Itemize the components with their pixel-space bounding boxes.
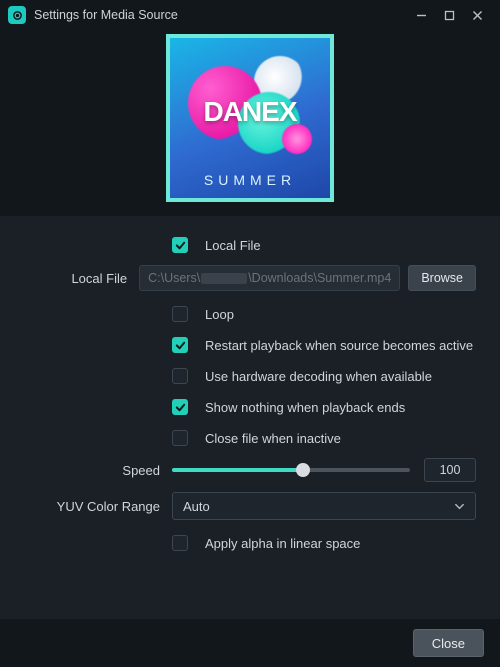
maximize-button[interactable]: [442, 8, 456, 22]
restart-playback-checkbox[interactable]: [172, 337, 188, 353]
path-suffix: \Downloads\Summer.mp4: [248, 271, 391, 285]
preview-region: DANEX SUMMER: [0, 30, 500, 216]
loop-checkbox-label: Loop: [205, 307, 234, 322]
speed-slider[interactable]: [172, 468, 410, 472]
hardware-decoding-checkbox-label: Use hardware decoding when available: [205, 369, 432, 384]
close-button[interactable]: Close: [413, 629, 484, 657]
speed-slider-fill: [172, 468, 303, 472]
preview-subtitle: SUMMER: [170, 172, 330, 188]
app-icon: [8, 6, 26, 24]
show-nothing-checkbox[interactable]: [172, 399, 188, 415]
show-nothing-checkbox-label: Show nothing when playback ends: [205, 400, 405, 415]
chevron-down-icon: [454, 501, 465, 512]
titlebar: Settings for Media Source: [0, 0, 500, 30]
window-title: Settings for Media Source: [34, 8, 414, 22]
path-prefix: C:\Users\: [148, 271, 200, 285]
media-preview-thumbnail: DANEX SUMMER: [166, 34, 334, 202]
dialog-footer: Close: [0, 619, 500, 667]
local-file-checkbox[interactable]: [172, 237, 188, 253]
speed-slider-thumb[interactable]: [296, 463, 310, 477]
close-file-checkbox[interactable]: [172, 430, 188, 446]
speed-value-input[interactable]: 100: [424, 458, 476, 482]
yuv-color-range-select[interactable]: Auto: [172, 492, 476, 520]
local-file-path-input[interactable]: C:\Users\ \Downloads\Summer.mp4: [139, 265, 400, 291]
local-file-checkbox-label: Local File: [205, 238, 261, 253]
minimize-button[interactable]: [414, 8, 428, 22]
hardware-decoding-checkbox[interactable]: [172, 368, 188, 384]
close-file-checkbox-label: Close file when inactive: [205, 431, 341, 446]
restart-playback-checkbox-label: Restart playback when source becomes act…: [205, 338, 473, 353]
path-redacted-segment: [201, 273, 247, 284]
apply-alpha-checkbox[interactable]: [172, 535, 188, 551]
browse-button[interactable]: Browse: [408, 265, 476, 291]
local-file-row-label: Local File: [24, 271, 139, 286]
yuv-label: YUV Color Range: [24, 499, 172, 514]
apply-alpha-checkbox-label: Apply alpha in linear space: [205, 536, 360, 551]
close-window-button[interactable]: [470, 8, 484, 22]
speed-label: Speed: [24, 463, 172, 478]
loop-checkbox[interactable]: [172, 306, 188, 322]
yuv-select-value: Auto: [183, 499, 210, 514]
preview-art-word: DANEX: [170, 96, 330, 128]
